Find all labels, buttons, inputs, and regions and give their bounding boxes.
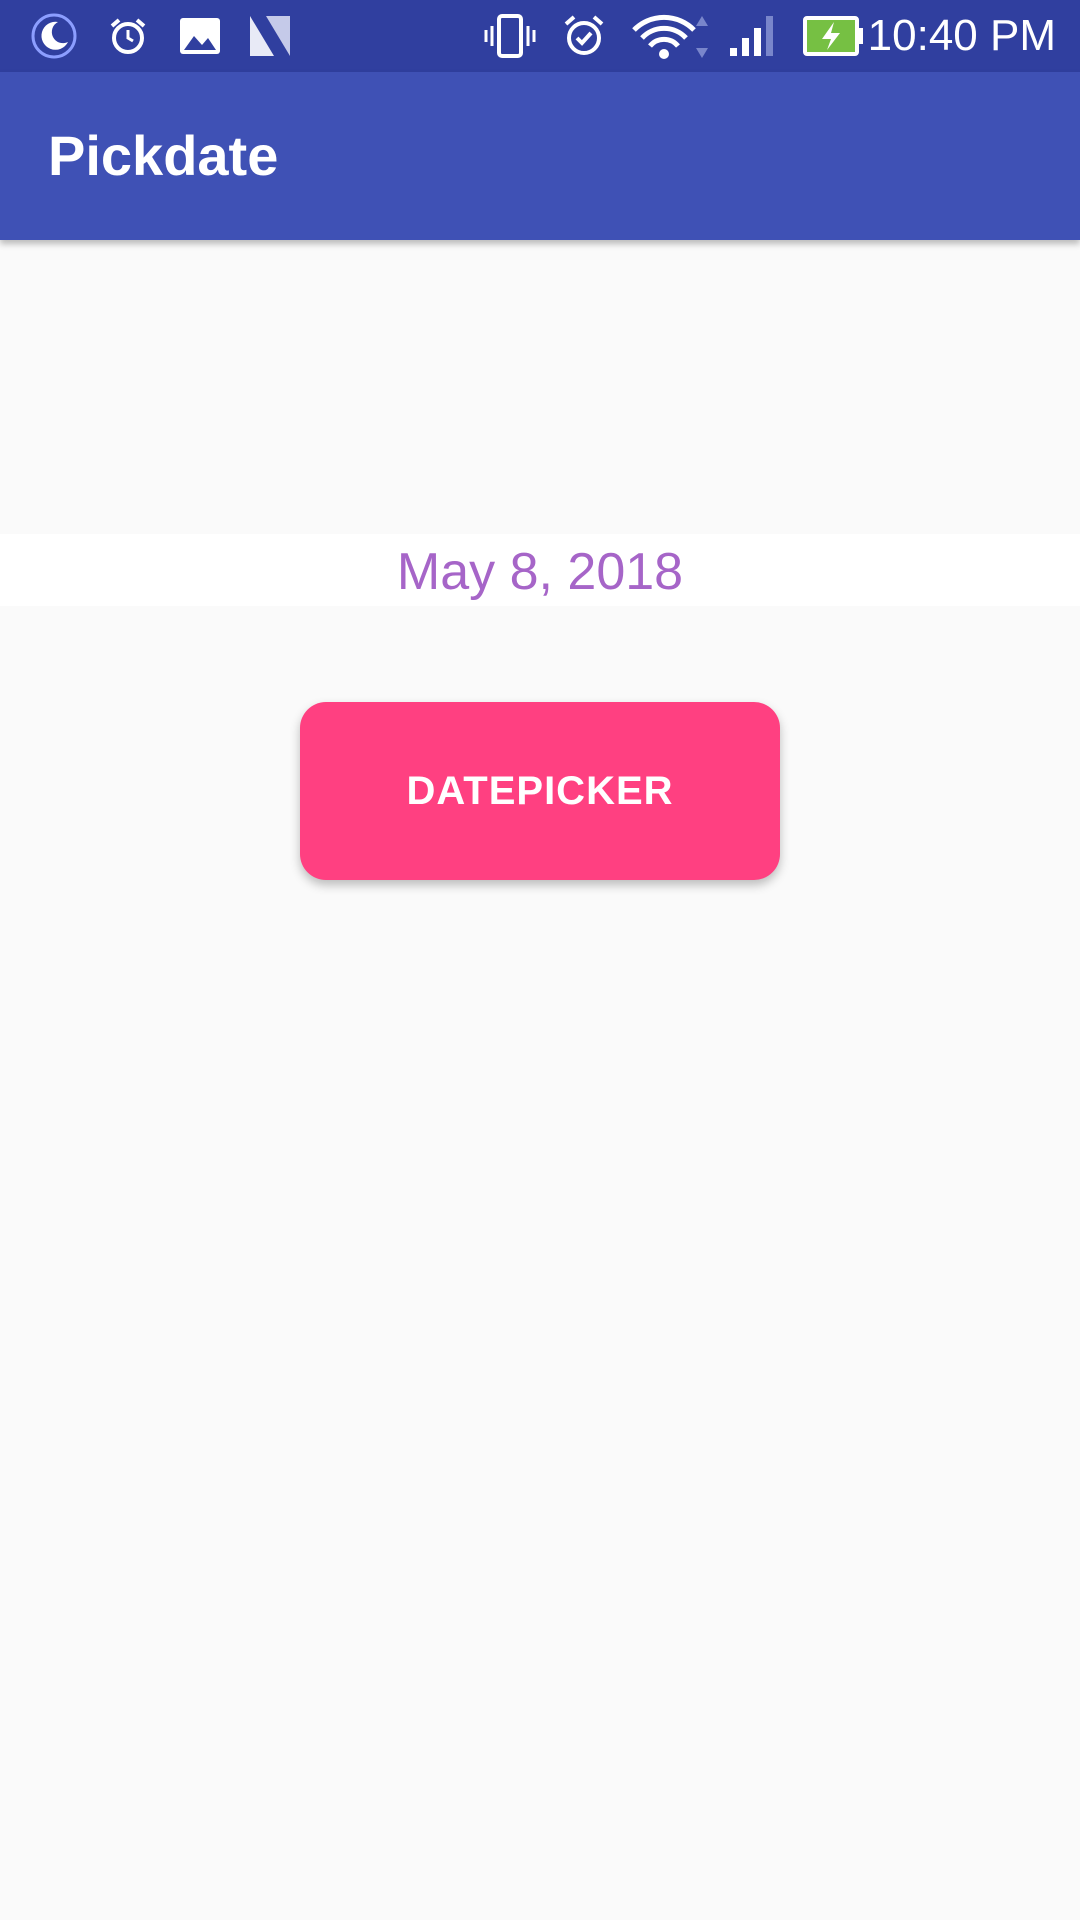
battery-charging-icon (802, 12, 866, 60)
alarm-clock-icon (104, 12, 152, 60)
alarm-check-icon (560, 12, 608, 60)
wifi-icon (632, 12, 712, 60)
n-logo-icon (246, 12, 294, 60)
selected-date-text: May 8, 2018 (396, 543, 684, 601)
app-title: Pickdate (48, 124, 279, 187)
date-display: May 8, 2018 (0, 534, 1080, 606)
moon-icon (30, 12, 78, 60)
vibrate-icon (484, 12, 536, 60)
status-bar: 10:40 PM (0, 0, 1080, 72)
status-time: 10:40 PM (867, 11, 1056, 60)
datepicker-button[interactable]: DATEPICKER (300, 702, 780, 880)
app-bar: Pickdate (0, 72, 1080, 240)
image-icon (176, 12, 224, 60)
signal-icon (728, 12, 780, 60)
